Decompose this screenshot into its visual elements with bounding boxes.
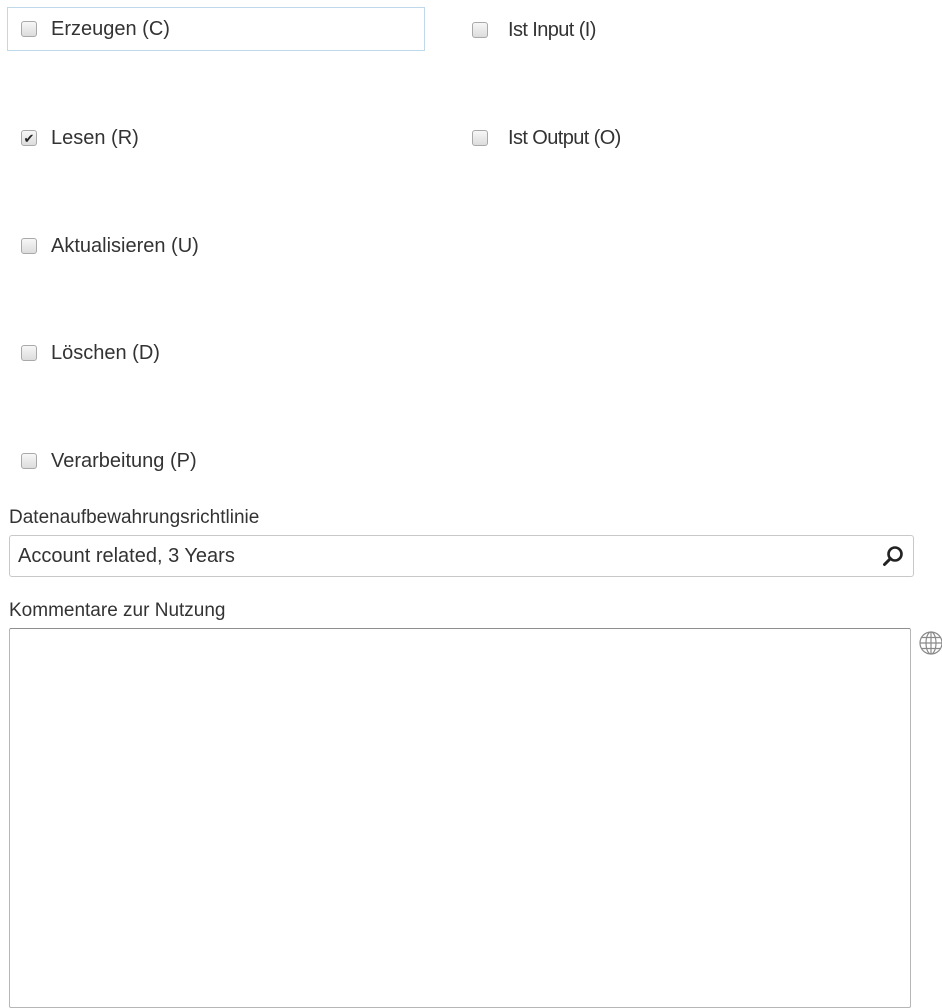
delete-checkbox[interactable] [21, 345, 37, 361]
comments-label: Kommentare zur Nutzung [9, 600, 226, 621]
checkbox-row-create[interactable]: Erzeugen (C) [7, 7, 425, 51]
checkbox-row-is-input[interactable]: Ist Input (I) [458, 8, 596, 52]
process-label: Verarbeitung (P) [51, 449, 197, 472]
checkbox-row-update[interactable]: Aktualisieren (U) [7, 224, 199, 268]
update-checkbox[interactable] [21, 238, 37, 254]
is-input-label: Ist Input (I) [508, 18, 596, 41]
is-input-checkbox[interactable] [472, 22, 488, 38]
checkbox-row-process[interactable]: Verarbeitung (P) [7, 439, 197, 483]
checkbox-row-delete[interactable]: Löschen (D) [7, 331, 160, 375]
read-checkbox[interactable]: ✔ [21, 130, 37, 146]
retention-value[interactable]: Account related, 3 Years [10, 545, 873, 568]
comments-textarea[interactable] [9, 628, 911, 1008]
process-checkbox[interactable] [21, 453, 37, 469]
search-icon[interactable] [873, 536, 913, 576]
read-label: Lesen (R) [51, 126, 139, 149]
create-checkbox[interactable] [21, 21, 37, 37]
is-output-checkbox[interactable] [472, 130, 488, 146]
retention-label: Datenaufbewahrungsrichtlinie [9, 507, 260, 528]
checkbox-row-read[interactable]: ✔ Lesen (R) [7, 116, 139, 160]
create-label: Erzeugen (C) [51, 17, 170, 40]
delete-label: Löschen (D) [51, 341, 160, 364]
checkbox-row-is-output[interactable]: Ist Output (O) [458, 116, 621, 160]
is-output-label: Ist Output (O) [508, 126, 621, 149]
globe-icon[interactable] [918, 630, 942, 656]
update-label: Aktualisieren (U) [51, 234, 199, 257]
retention-lookup-field[interactable]: Account related, 3 Years [9, 535, 914, 577]
